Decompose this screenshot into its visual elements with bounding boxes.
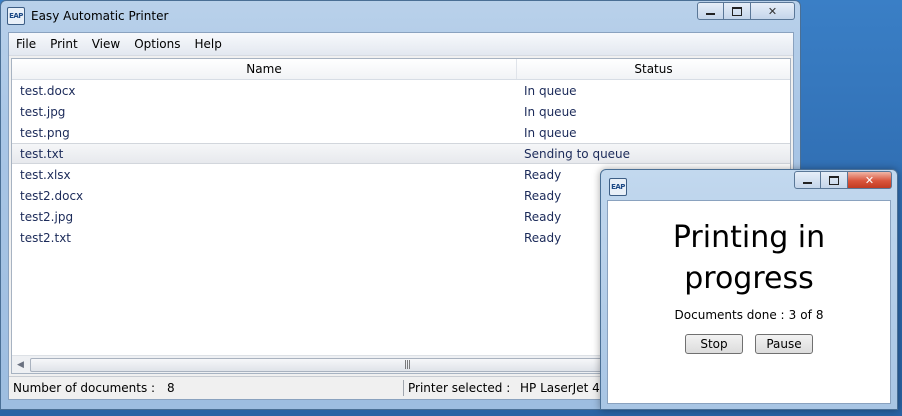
close-icon: ✕ [864,173,875,187]
menu-file[interactable]: File [9,37,43,51]
row-status-cell: In queue [524,104,577,119]
table-row[interactable]: test.txt Sending to queue [12,143,790,164]
column-header-name[interactable]: Name [12,59,517,79]
of-word: of [800,308,812,322]
close-button[interactable]: ✕ [751,2,795,20]
row-name-cell: test.docx [20,83,76,98]
row-status-cell: In queue [524,83,577,98]
dialog-heading: Printing in progress [608,217,890,299]
documents-done-value: 3 [788,308,797,322]
minimize-icon [803,182,812,184]
menu-options[interactable]: Options [127,37,187,51]
row-name-cell: test2.docx [20,188,84,203]
row-status-cell: Ready [524,230,562,245]
maximize-icon [732,6,742,16]
table-row[interactable]: test.png In queue [12,122,790,143]
list-header: Name Status [12,59,790,80]
dialog-caption-buttons: ✕ [794,171,892,189]
menu-help[interactable]: Help [188,37,229,51]
row-name-cell: test2.jpg [20,209,74,224]
dialog-heading-text: Printing in progress [672,220,826,296]
pause-button[interactable]: Pause [755,334,813,354]
maximize-icon [829,175,839,185]
menu-print[interactable]: Print [43,37,85,51]
row-status-cell: Ready [524,209,562,224]
menu-bar: File Print View Options Help [9,33,793,56]
row-name-cell: test.jpg [20,104,66,119]
progress-line: Documents done :3 of 8 [608,308,890,322]
stop-button[interactable]: Stop [685,334,743,354]
close-icon: ✕ [767,4,778,18]
row-status-cell: Ready [524,167,562,182]
dialog-client-area: Printing in progress Documents done :3 of… [607,200,891,404]
status-separator [403,380,404,396]
row-status-cell: Sending to queue [524,146,631,161]
row-name-cell: test.xlsx [20,167,71,182]
documents-done-label: Documents done : [674,308,785,322]
window-title: Easy Automatic Printer [31,9,169,23]
column-header-status[interactable]: Status [517,59,790,79]
dialog-minimize-button[interactable] [794,171,821,189]
dialog-title-bar[interactable]: EAP [609,176,633,198]
minimize-icon [706,13,715,15]
row-name-cell: test2.txt [20,230,72,245]
dialog-maximize-button[interactable] [821,171,848,189]
row-name-cell: test.png [20,125,70,140]
grip-icon: ||| [404,360,411,370]
row-name-cell: test.txt [20,146,64,161]
dialog-buttons: Stop Pause [608,334,890,354]
scroll-left-arrow-icon[interactable]: ◀ [12,356,29,373]
printer-selected-value: HP LaserJet 42 [520,381,608,395]
progress-dialog: EAP ✕ Printing in progress Documents don… [600,169,898,410]
documents-count-value: 8 [167,381,175,395]
dialog-close-button[interactable]: ✕ [848,171,892,189]
title-bar[interactable]: EAP Easy Automatic Printer [7,5,168,27]
app-icon[interactable]: EAP [7,7,25,25]
menu-view[interactable]: View [85,37,127,51]
printer-selected-label: Printer selected : [408,381,511,395]
maximize-button[interactable] [724,2,751,20]
row-status-cell: Ready [524,188,562,203]
dialog-app-icon[interactable]: EAP [609,178,627,196]
documents-count-label: Number of documents : [13,381,156,395]
documents-total-value: 8 [815,308,824,322]
row-status-cell: In queue [524,125,577,140]
table-row[interactable]: test.jpg In queue [12,101,790,122]
table-row[interactable]: test.docx In queue [12,80,790,101]
minimize-button[interactable] [697,2,724,20]
caption-buttons: ✕ [697,2,795,20]
